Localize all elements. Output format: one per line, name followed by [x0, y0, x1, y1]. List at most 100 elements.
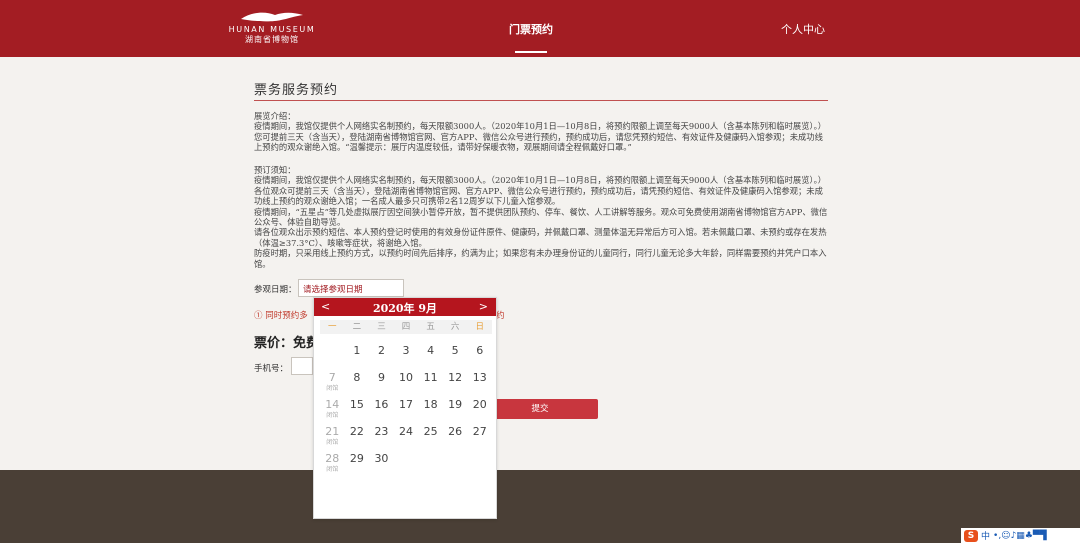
- day-number: 5: [451, 344, 459, 357]
- calendar-day[interactable]: 25: [418, 425, 443, 452]
- calendar-empty-cell: [418, 452, 443, 479]
- calendar-day[interactable]: 3: [394, 344, 419, 371]
- calendar-day[interactable]: 26: [443, 425, 468, 452]
- day-number: 12: [448, 371, 463, 384]
- calendar-day[interactable]: 9: [369, 371, 394, 398]
- day-number: 13: [472, 371, 487, 384]
- weekday-header: 一 二 三 四 五 六 日: [320, 320, 492, 334]
- submit-button[interactable]: 提交: [482, 399, 598, 419]
- day-number: 17: [399, 398, 414, 411]
- page-footer: [0, 470, 1080, 543]
- ticket-price: 票价：免费: [254, 336, 320, 351]
- calendar-empty-cell: [394, 452, 419, 479]
- calendar-day[interactable]: 27: [467, 425, 492, 452]
- calendar-day[interactable]: 6: [467, 344, 492, 371]
- calendar-week-row: 1 2 3 4 5 6: [320, 344, 492, 371]
- calendar-day[interactable]: 15: [345, 398, 370, 425]
- ime-toolbar: S 中 •,☺♪▦♣▀▜: [961, 528, 1080, 543]
- calendar-week-row: 21 闭馆 22 23 24 25 26 27: [320, 425, 492, 452]
- calendar-month-title: 2020年 9月: [372, 302, 438, 315]
- day-number: 22: [349, 425, 364, 438]
- main-content: 票务服务预约 展览介绍： 疫情期间，我馆仅提供个人网络实名制预约，每天限额3000…: [0, 57, 1080, 470]
- day-number: 21: [325, 425, 340, 438]
- title-divider: [254, 100, 828, 101]
- calendar-week-row: 7 闭馆 8 9 10 11 12 13: [320, 371, 492, 398]
- calendar-day[interactable]: 17: [394, 398, 419, 425]
- day-number: 18: [423, 398, 438, 411]
- calendar-day[interactable]: 16: [369, 398, 394, 425]
- date-picker-calendar: < 2020年 9月 > 一 二 三 四 五 六 日 1 2 3 4 5 6 7 闭馆 8 9 10…: [313, 297, 497, 519]
- calendar-day[interactable]: 19: [443, 398, 468, 425]
- ime-tool-icons[interactable]: •,☺♪▦♣▀▜: [993, 531, 1047, 541]
- day-number: 1: [353, 344, 361, 357]
- calendar-empty-cell: [443, 452, 468, 479]
- calendar-empty-cell: [467, 452, 492, 479]
- calendar-day[interactable]: 24: [394, 425, 419, 452]
- sogou-ime-icon[interactable]: S: [964, 529, 978, 542]
- calendar-day[interactable]: 11: [418, 371, 443, 398]
- calendar-day[interactable]: 13: [467, 371, 492, 398]
- closed-tag: 闭馆: [326, 412, 339, 419]
- calendar-header: < 2020年 9月 >: [314, 298, 496, 316]
- day-number: 16: [374, 398, 389, 411]
- day-number: 11: [423, 371, 438, 384]
- calendar-day[interactable]: 1: [345, 344, 370, 371]
- ime-language-toggle[interactable]: 中: [981, 529, 990, 542]
- phone-input[interactable]: [291, 357, 313, 375]
- calendar-day[interactable]: 10: [394, 371, 419, 398]
- closed-tag: 闭馆: [326, 439, 339, 446]
- calendar-day[interactable]: 22: [345, 425, 370, 452]
- day-number: 8: [353, 371, 361, 384]
- weekday-label: 二: [352, 322, 362, 332]
- calendar-day: 21 闭馆: [320, 425, 345, 452]
- weekday-label: 日: [475, 322, 485, 332]
- weekday-label: 三: [377, 322, 386, 332]
- calendar-day: 7 闭馆: [320, 371, 345, 398]
- nav-personal-center[interactable]: 个人中心: [781, 21, 825, 37]
- museum-logo[interactable]: HUNAN MUSEUM 湖南省博物馆: [222, 10, 322, 50]
- day-number: 23: [374, 425, 389, 438]
- day-number: 25: [423, 425, 438, 438]
- calendar-day[interactable]: 18: [418, 398, 443, 425]
- horse-logo-icon: [241, 12, 303, 22]
- calendar-empty-cell: [320, 344, 345, 371]
- day-number: 28: [325, 452, 340, 465]
- calendar-day[interactable]: 23: [369, 425, 394, 452]
- calendar-week-row: 28 闭馆 29 30: [320, 452, 492, 479]
- weekday-label: 一: [328, 322, 337, 332]
- closed-tag: 闭馆: [326, 385, 339, 392]
- closed-tag: 闭馆: [326, 466, 339, 473]
- day-number: 2: [377, 344, 385, 357]
- day-number: 10: [399, 371, 414, 384]
- calendar-day[interactable]: 30: [369, 452, 394, 479]
- calendar-day: 28 闭馆: [320, 452, 345, 479]
- day-number: 27: [472, 425, 487, 438]
- day-number: 29: [349, 452, 364, 465]
- next-month-button[interactable]: >: [479, 300, 488, 313]
- calendar-day[interactable]: 8: [345, 371, 370, 398]
- calendar-day[interactable]: 5: [443, 344, 468, 371]
- booking-notice: 预订须知： 疫情期间，我馆仅提供个人网络实名制预约，每天限额3000人。（2020…: [254, 165, 828, 269]
- exhibition-intro: 展览介绍： 疫情期间，我馆仅提供个人网络实名制预约，每天限额3000人。（2020…: [254, 111, 827, 153]
- calendar-day[interactable]: 12: [443, 371, 468, 398]
- day-number: 20: [472, 398, 487, 411]
- weekday-label: 六: [450, 322, 460, 332]
- calendar-day: 14 闭馆: [320, 398, 345, 425]
- calendar-day[interactable]: 4: [418, 344, 443, 371]
- logo-chinese: 湖南省博物馆: [245, 35, 299, 44]
- calendar-day[interactable]: 2: [369, 344, 394, 371]
- calendar-day[interactable]: 20: [467, 398, 492, 425]
- day-number: 3: [402, 344, 410, 357]
- day-number: 14: [325, 398, 340, 411]
- phone-label: 手机号：: [254, 364, 289, 374]
- page-title: 票务服务预约: [254, 83, 339, 98]
- day-number: 6: [476, 344, 484, 357]
- visit-date-input[interactable]: 请选择参观日期: [298, 279, 404, 297]
- nav-tickets[interactable]: 门票预约: [509, 21, 553, 53]
- warning-text-tail: 约: [496, 311, 505, 321]
- calendar-day[interactable]: 29: [345, 452, 370, 479]
- logo-english: HUNAN MUSEUM: [228, 25, 316, 34]
- day-number: 19: [448, 398, 463, 411]
- day-number: 26: [448, 425, 463, 438]
- top-header: HUNAN MUSEUM 湖南省博物馆 门票预约 个人中心: [0, 0, 1080, 57]
